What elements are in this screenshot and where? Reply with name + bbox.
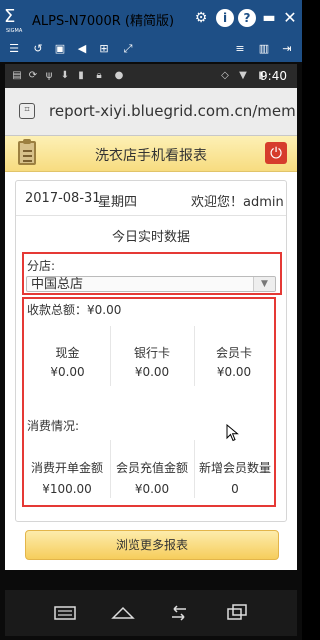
order-amount-label: 消费开单金额 bbox=[30, 461, 103, 475]
bank-card-label: 银行卡 bbox=[133, 346, 170, 360]
mouse-cursor-icon bbox=[226, 424, 239, 442]
cash-label: 现金 bbox=[55, 346, 80, 360]
android-icon: ● bbox=[114, 70, 124, 81]
fullscreen-icon[interactable]: ⤢ bbox=[120, 41, 136, 57]
usb-icon: ψ bbox=[45, 70, 53, 81]
menu-icon[interactable]: ☰ bbox=[6, 41, 22, 57]
image-icon: ▤ bbox=[12, 70, 22, 81]
home-nav-icon[interactable] bbox=[110, 602, 136, 624]
divider bbox=[16, 215, 286, 216]
branch-selected-value: 中国总店 bbox=[31, 277, 84, 292]
list-icon[interactable]: ≡ bbox=[232, 41, 248, 57]
member-recharge-label: 会员充值金额 bbox=[115, 461, 188, 475]
bank-card-value: ¥0.00 bbox=[134, 365, 170, 379]
new-members-label: 新增会员数量 bbox=[198, 461, 271, 475]
chevron-down-icon[interactable]: ▼ bbox=[253, 277, 275, 291]
member-card-label: 会员卡 bbox=[215, 346, 252, 360]
page-header: 洗衣店手机看报表 bbox=[5, 136, 297, 172]
volume-icon[interactable]: ◀ bbox=[74, 41, 90, 57]
browse-more-reports-button[interactable]: 浏览更多报表 bbox=[25, 530, 279, 560]
welcome-text: 欢迎您！admin bbox=[191, 195, 284, 210]
collection-total: 收款总额：¥0.00 bbox=[27, 303, 122, 317]
device-title: ALPS-N7000R (精简版) bbox=[32, 14, 175, 29]
current-weekday: 星期四 bbox=[98, 195, 138, 210]
grid-icon[interactable]: ⊞ bbox=[96, 41, 112, 57]
back-nav-icon[interactable] bbox=[166, 602, 192, 624]
new-members-value: 0 bbox=[231, 482, 239, 496]
gear-icon[interactable]: ⚙ bbox=[192, 9, 210, 27]
branch-label: 分店: bbox=[27, 259, 56, 273]
menu-nav-icon[interactable] bbox=[52, 602, 78, 624]
recent-apps-nav-icon[interactable] bbox=[224, 602, 250, 624]
order-amount-value: ¥100.00 bbox=[42, 482, 92, 496]
exit-icon[interactable]: ⇥ bbox=[279, 41, 295, 57]
android-status-bar: ▤ ⟳ ψ ⬇ ▮ 🔒︎ ● ◇ ▼ ▮ 9:40 bbox=[5, 64, 297, 88]
sidebar-icon[interactable]: ▥ bbox=[256, 41, 272, 57]
minimize-icon[interactable]: ▬ bbox=[260, 9, 278, 27]
member-card-value: ¥0.00 bbox=[216, 365, 252, 379]
status-time: 9:40 bbox=[260, 69, 287, 83]
url-text[interactable]: report-xiyi.bluegrid.com.cn/members bbox=[49, 102, 297, 120]
sigma-logo: Σ SIGMA bbox=[4, 6, 23, 35]
cash-value: ¥0.00 bbox=[50, 365, 85, 379]
lock-icon: 🔒︎ bbox=[96, 70, 102, 81]
realtime-data-title: 今日实时数据 bbox=[111, 230, 190, 245]
sync-icon: ⟳ bbox=[28, 70, 38, 81]
wifi-icon: ▼ bbox=[239, 70, 247, 81]
page-title: 洗衣店手机看报表 bbox=[95, 148, 207, 164]
logout-power-button[interactable]: ⏻ bbox=[265, 142, 287, 164]
consumption-title: 消费情况: bbox=[27, 419, 80, 433]
branch-select[interactable]: 中国总店 ▼ bbox=[26, 276, 276, 292]
android-nav-bar bbox=[5, 590, 297, 636]
battery-small-icon: ▮ bbox=[78, 70, 84, 81]
download-icon: ⬇ bbox=[60, 70, 70, 81]
browser-url-bar[interactable]: ⌗ report-xiyi.bluegrid.com.cn/members bbox=[5, 88, 297, 136]
member-recharge-value: ¥0.00 bbox=[134, 482, 170, 496]
help-icon[interactable]: ? bbox=[238, 9, 256, 27]
current-date: 2017-08-31 bbox=[25, 191, 101, 206]
screenshot-icon[interactable]: ▣ bbox=[52, 41, 68, 57]
site-settings-icon[interactable]: ⌗ bbox=[19, 103, 35, 119]
close-icon[interactable]: ✕ bbox=[281, 9, 299, 27]
signal-icon: ◇ bbox=[221, 70, 229, 81]
info-icon[interactable]: i bbox=[216, 9, 234, 27]
refresh-icon[interactable]: ↺ bbox=[30, 41, 46, 57]
